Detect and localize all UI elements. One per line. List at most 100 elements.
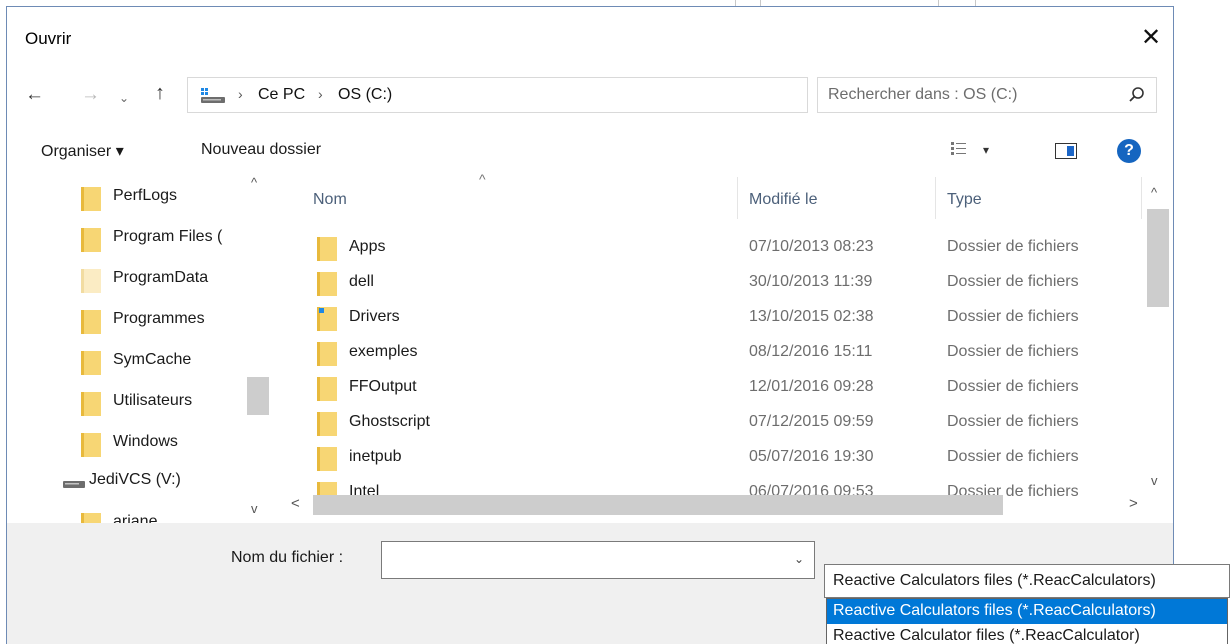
file-type-filter-select[interactable]: Reactive Calculators files (*.ReacCalcul…: [824, 564, 1230, 598]
command-toolbar: Organiser ▾ Nouveau dossier ▾ ?: [7, 131, 1173, 171]
new-folder-button[interactable]: Nouveau dossier: [201, 141, 321, 159]
title-bar: Ouvrir ✕: [7, 7, 1173, 59]
sort-ascending-icon: ^: [479, 171, 486, 187]
scroll-down-arrow[interactable]: v: [1151, 473, 1158, 488]
file-row[interactable]: FFOutput 12/01/2016 09:28 Dossier de fic…: [279, 369, 1139, 404]
file-type-filter-dropdown: Reactive Calculators files (*.ReacCalcul…: [826, 598, 1228, 644]
scroll-thumb[interactable]: [313, 495, 1003, 515]
file-modified: 12/01/2016 09:28: [749, 378, 874, 395]
scroll-up-arrow[interactable]: ^: [1151, 185, 1157, 200]
search-icon: [1129, 87, 1144, 102]
drive-icon: [201, 88, 225, 103]
scroll-right-arrow[interactable]: >: [1129, 495, 1138, 512]
close-icon: ✕: [1140, 23, 1162, 51]
view-options-icon[interactable]: [951, 141, 967, 157]
navigation-pane-scrollbar[interactable]: ^ v: [245, 171, 269, 525]
breadcrumb-os-c[interactable]: OS (C:): [338, 86, 392, 104]
tree-item-symcache[interactable]: SymCache: [7, 341, 237, 377]
tree-item-label: PerfLogs: [113, 187, 178, 204]
file-list-horizontal-scrollbar[interactable]: < >: [279, 493, 1145, 517]
scroll-thumb[interactable]: [1147, 209, 1169, 307]
network-drive-icon: [63, 481, 85, 488]
folder-icon: [81, 187, 101, 211]
scroll-left-arrow[interactable]: <: [291, 495, 300, 512]
folder-icon: [81, 310, 101, 334]
navigation-pane: PerfLogs Program Files ( ProgramData Pro…: [7, 171, 269, 525]
chevron-down-icon[interactable]: ⌄: [794, 552, 804, 566]
scroll-thumb[interactable]: [247, 377, 269, 415]
column-divider[interactable]: [935, 177, 936, 219]
breadcrumb-separator: ›: [318, 86, 323, 102]
file-type: Dossier de fichiers: [947, 448, 1079, 465]
scroll-up-arrow[interactable]: ^: [251, 175, 257, 190]
folder-icon: [317, 272, 337, 296]
file-name: inetpub: [349, 448, 402, 465]
file-modified: 05/07/2016 19:30: [749, 448, 874, 465]
file-name: exemples: [349, 343, 418, 360]
folder-special-icon: [317, 307, 337, 331]
back-button[interactable]: ←: [25, 85, 44, 105]
tree-item-label: Programmes: [113, 310, 205, 327]
filter-option[interactable]: Reactive Calculator files (*.ReacCalcula…: [827, 624, 1227, 644]
file-name: Apps: [349, 238, 386, 255]
preview-pane-icon[interactable]: [1055, 143, 1077, 159]
folder-icon: [317, 412, 337, 436]
file-row[interactable]: inetpub 05/07/2016 19:30 Dossier de fich…: [279, 439, 1139, 474]
file-modified: 08/12/2016 15:11: [749, 343, 873, 360]
column-divider[interactable]: [737, 177, 738, 219]
file-type: Dossier de fichiers: [947, 273, 1079, 290]
tree-item-label: Program Files (: [113, 228, 223, 245]
file-list-vertical-scrollbar[interactable]: ^ v: [1145, 171, 1169, 493]
tree-item-programmes[interactable]: Programmes: [7, 300, 237, 336]
folder-icon: [81, 392, 101, 416]
column-header-name[interactable]: Nom: [313, 191, 347, 209]
filter-option[interactable]: Reactive Calculators files (*.ReacCalcul…: [827, 599, 1227, 624]
column-header-type[interactable]: Type: [947, 191, 982, 209]
tree-item-utilisateurs[interactable]: Utilisateurs: [7, 382, 237, 418]
tree-item-program-files[interactable]: Program Files (: [7, 218, 237, 254]
dialog-title: Ouvrir: [25, 29, 72, 48]
folder-icon: [81, 351, 101, 375]
file-modified: 30/10/2013 11:39: [749, 273, 873, 290]
tree-item-programdata[interactable]: ProgramData: [7, 259, 237, 295]
forward-button[interactable]: →: [81, 85, 100, 105]
tree-item-jedivcs[interactable]: JediVCS (V:): [7, 461, 237, 497]
breadcrumb-separator: ›: [238, 86, 243, 102]
folder-icon: [317, 342, 337, 366]
file-row[interactable]: Apps 07/10/2013 08:23 Dossier de fichier…: [279, 229, 1139, 264]
tree-item-windows[interactable]: Windows: [7, 423, 237, 459]
tree-item-perflogs[interactable]: PerfLogs: [7, 177, 237, 213]
file-type: Dossier de fichiers: [947, 378, 1079, 395]
tree-item-label: ProgramData: [113, 269, 209, 286]
file-row[interactable]: Drivers 13/10/2015 02:38 Dossier de fich…: [279, 299, 1139, 334]
breadcrumb-ce-pc[interactable]: Ce PC: [258, 86, 305, 104]
tree-item-label: Utilisateurs: [113, 392, 193, 409]
file-name: Ghostscript: [349, 413, 430, 430]
file-modified: 07/10/2013 08:23: [749, 238, 874, 255]
search-input[interactable]: Rechercher dans : OS (C:): [828, 86, 1017, 104]
file-row[interactable]: Ghostscript 07/12/2015 09:59 Dossier de …: [279, 404, 1139, 439]
view-options-dropdown[interactable]: ▾: [983, 143, 989, 157]
file-row[interactable]: dell 30/10/2013 11:39 Dossier de fichier…: [279, 264, 1139, 299]
folder-icon: [81, 228, 101, 252]
file-name: Drivers: [349, 308, 400, 325]
close-button[interactable]: ✕: [1129, 15, 1173, 59]
up-button[interactable]: ↑: [155, 83, 165, 103]
scroll-down-arrow[interactable]: v: [251, 501, 258, 516]
search-box[interactable]: Rechercher dans : OS (C:): [817, 77, 1157, 113]
help-icon[interactable]: ?: [1117, 139, 1141, 163]
recent-locations-button[interactable]: ⌄: [119, 88, 129, 108]
column-header-modified[interactable]: Modifié le: [749, 191, 817, 209]
column-divider[interactable]: [1141, 177, 1142, 219]
folder-icon: [317, 377, 337, 401]
organize-button[interactable]: Organiser ▾: [41, 141, 124, 161]
file-name-combobox[interactable]: ⌄: [381, 541, 815, 579]
address-bar[interactable]: › Ce PC › OS (C:) ⌄ ↻: [187, 77, 968, 113]
file-type: Dossier de fichiers: [947, 308, 1079, 325]
file-name-label: Nom du fichier :: [231, 549, 344, 566]
folder-icon: [317, 237, 337, 261]
file-row[interactable]: exemples 08/12/2016 15:11 Dossier de fic…: [279, 334, 1139, 369]
tree-item-label: JediVCS (V:): [89, 471, 181, 488]
open-file-dialog: Ouvrir ✕ ← → ⌄ ↑ › Ce PC › OS (C:) ⌄ ↻: [6, 6, 1174, 644]
tree-item-ariane[interactable]: ariane: [7, 503, 237, 525]
